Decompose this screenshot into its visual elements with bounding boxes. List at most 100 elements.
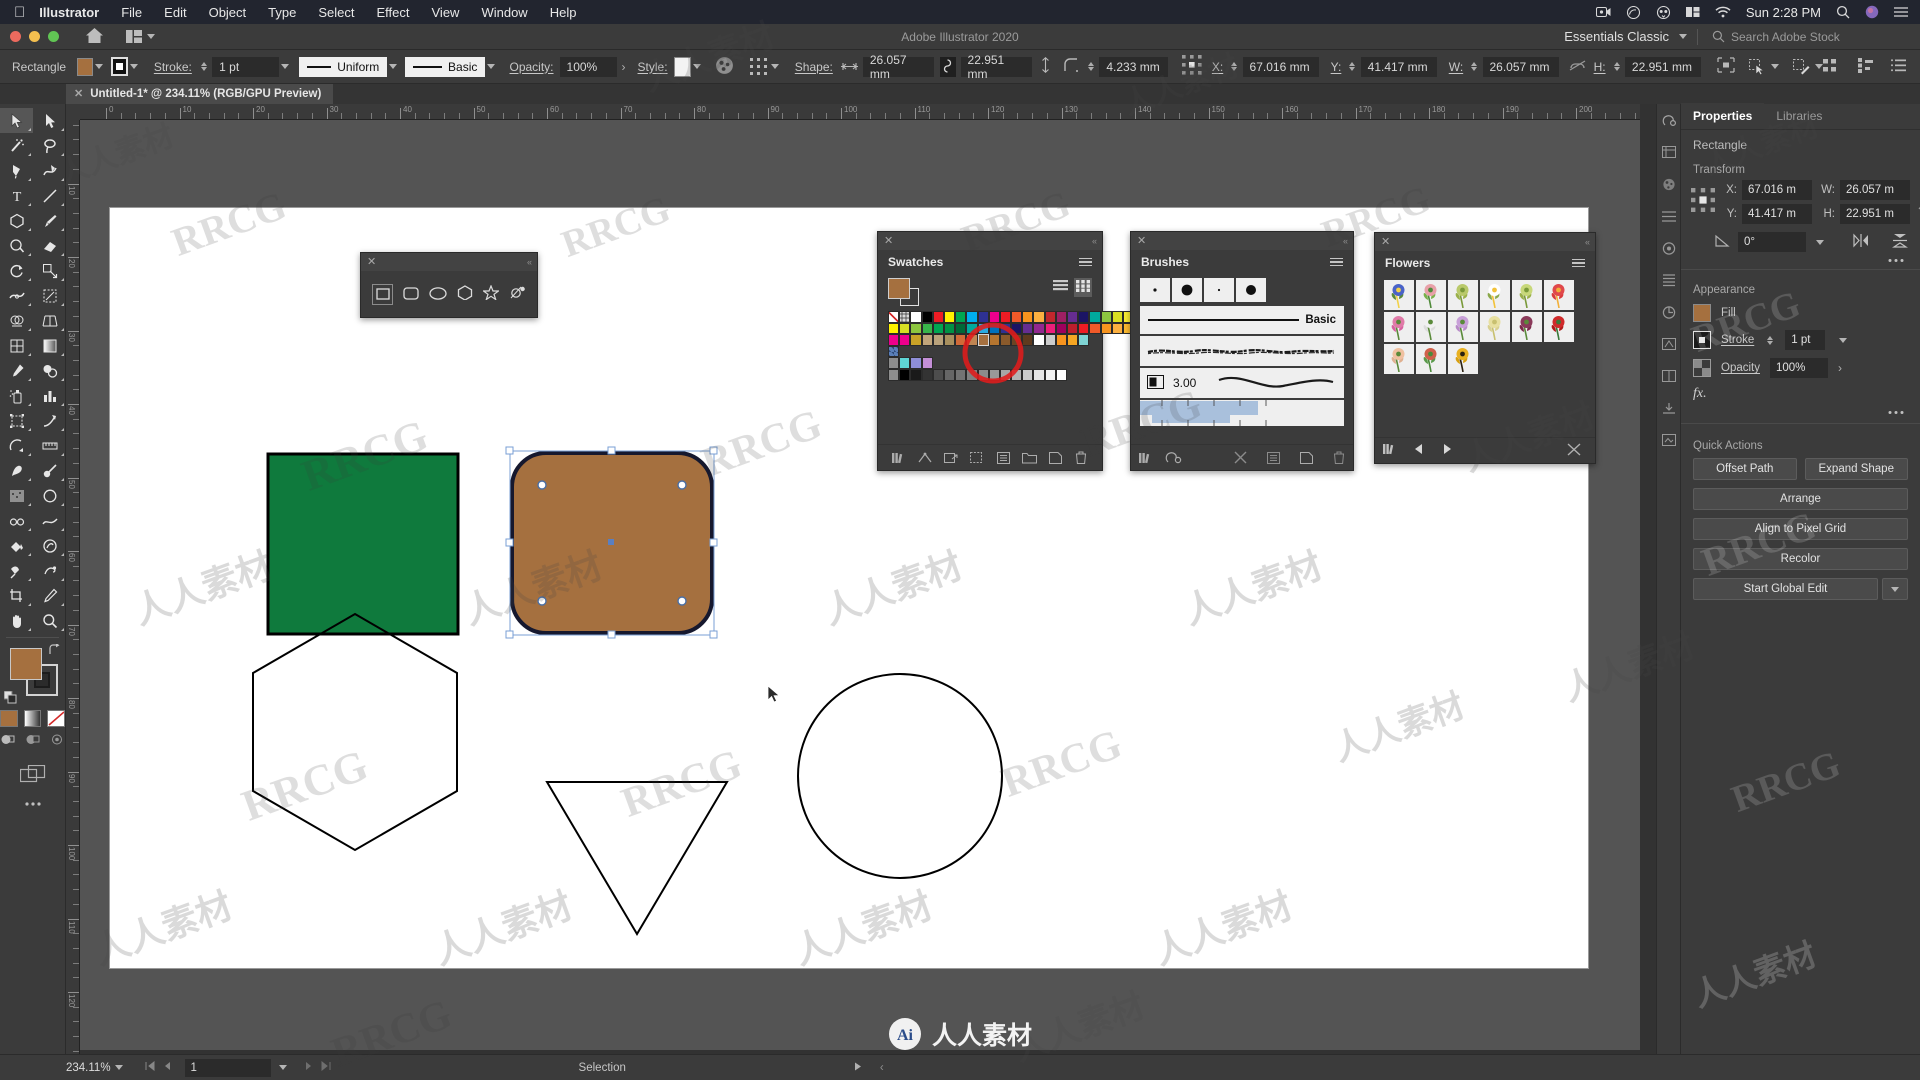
h-field[interactable]: 22.951 mm [1624,56,1701,77]
eyeglasses-tool[interactable] [0,508,33,533]
swatch-color[interactable] [1067,311,1079,323]
layers-icon[interactable] [1661,146,1676,162]
swatch-color[interactable] [1011,368,1023,381]
swatch-pattern[interactable] [888,345,900,358]
rectangle-tool[interactable] [372,283,393,305]
gerbera-symbol[interactable] [1544,280,1574,310]
swatch-color[interactable] [966,322,978,335]
swatch-color[interactable] [921,357,933,369]
rotation-angle-field[interactable]: 0° [1738,232,1806,252]
swatch-color[interactable] [966,334,978,346]
asset-export-icon[interactable] [1661,434,1676,450]
h-label[interactable]: H: [1594,60,1606,74]
panel-menu-icon[interactable] [1330,257,1343,267]
expand-shape-button[interactable]: Expand Shape [1804,458,1908,480]
blend-tool[interactable] [33,358,66,383]
home-icon[interactable] [85,27,104,47]
pen-tool[interactable] [0,158,33,183]
arrange-icon[interactable] [1858,57,1873,76]
artboard-number-field[interactable]: 1 [184,1058,271,1077]
basic-brush-row[interactable]: Basic [1140,306,1344,334]
menu-item-select[interactable]: Select [318,5,354,20]
flower-symbols-grid[interactable] [1384,280,1586,374]
tulip-symbol[interactable] [1416,280,1446,310]
export-icon[interactable] [1662,402,1676,418]
color-icon[interactable] [0,710,18,727]
live-paint-tool[interactable] [33,533,66,558]
swatch-color[interactable] [910,334,922,346]
swatch-color[interactable] [943,334,956,346]
swatch-none[interactable] [888,311,900,323]
gradient-icon[interactable] [1661,338,1676,354]
new-color-group-icon[interactable] [1016,452,1042,464]
swatch-color[interactable] [1044,311,1056,323]
y-stepper[interactable] [1348,62,1356,71]
brush-definition-dropdown[interactable]: Basic [405,56,486,77]
corner-radius-stepper[interactable] [1087,62,1095,71]
appearance-opacity-label[interactable]: Opacity [1721,362,1760,374]
swatch-color[interactable] [921,368,933,381]
swatch-color[interactable] [888,322,900,335]
swatch-color[interactable] [910,357,922,369]
swatch-color[interactable] [943,322,956,335]
cornflower-symbol[interactable] [1384,280,1414,310]
appearance-fill-swatch[interactable] [1693,304,1711,322]
swatches-fill-indicator[interactable] [888,278,910,299]
collapse-icon[interactable]: « [527,257,532,267]
previous-icon[interactable] [1413,443,1425,458]
shape-width-field[interactable]: 26.057 mm [862,53,935,81]
stroke-weight-field[interactable]: 1 pt [212,56,280,77]
close-icon[interactable]: ✕ [1381,236,1390,248]
apple-icon[interactable]:  [14,5,25,20]
close-window-button[interactable] [10,31,21,42]
delete-brush-icon[interactable] [1333,451,1345,464]
next-icon[interactable] [1441,443,1453,458]
collapse-icon[interactable]: « [1092,236,1097,246]
swatch-color[interactable] [910,368,922,381]
h-stepper[interactable] [1613,62,1621,71]
sunflower-symbol[interactable] [1448,344,1478,374]
ellipse-tool[interactable] [429,286,447,303]
type-tool[interactable]: T [0,183,33,208]
selection-tool[interactable] [0,108,33,133]
align-to-pixel-grid-button[interactable]: Align to Pixel Grid [1693,518,1908,540]
bud-symbol[interactable] [1512,280,1542,310]
pattern-brush-row[interactable] [1140,400,1344,426]
isolate-selected-icon[interactable] [1792,58,1823,75]
swatch-color[interactable] [899,357,911,369]
style-chevron-down-icon[interactable] [691,57,703,77]
menu-item-file[interactable]: File [121,5,142,20]
panel-menu-icon[interactable] [1891,58,1906,75]
new-brush-icon[interactable] [1300,451,1313,464]
swatch-color[interactable] [955,311,967,323]
style-label[interactable]: Style: [638,60,668,74]
menu-app-name[interactable]: Illustrator [39,5,99,20]
swatch-color[interactable] [1089,322,1101,335]
shape-tools-popup[interactable]: ✕ « [360,252,538,318]
recolor-button[interactable]: Recolor [1693,548,1908,570]
swatch-color[interactable] [943,311,956,323]
leaf-symbol[interactable] [1448,280,1478,310]
global-edit-chevron-down-icon[interactable] [1882,578,1908,600]
swatch-color[interactable] [955,368,967,381]
swatch-color[interactable] [977,368,989,381]
swatch-color[interactable] [899,334,911,346]
column-graph-tool[interactable] [33,383,66,408]
swatch-color[interactable] [1011,311,1023,323]
swatch-color-selected[interactable] [977,334,989,346]
stroke-icon[interactable] [1662,306,1676,322]
play-icon[interactable] [854,1062,862,1074]
swatch-color[interactable] [921,334,933,346]
swatch-color[interactable] [1044,368,1056,381]
swatch-color[interactable] [988,311,1000,323]
opacity-label[interactable]: Opacity: [510,60,554,74]
zoom-level-field[interactable]: 234.11% [66,1061,123,1074]
workspace-switcher-label[interactable]: Essentials Classic [1564,29,1669,44]
w-stepper[interactable] [1470,62,1478,71]
swatch-color[interactable] [1089,311,1101,323]
recolor-artwork-icon[interactable] [715,56,734,78]
art-brush-row[interactable]: 3.00 [1140,368,1344,398]
swatch-color[interactable] [1022,322,1034,335]
lasso-tool[interactable] [33,133,66,158]
none-icon[interactable] [47,710,66,727]
